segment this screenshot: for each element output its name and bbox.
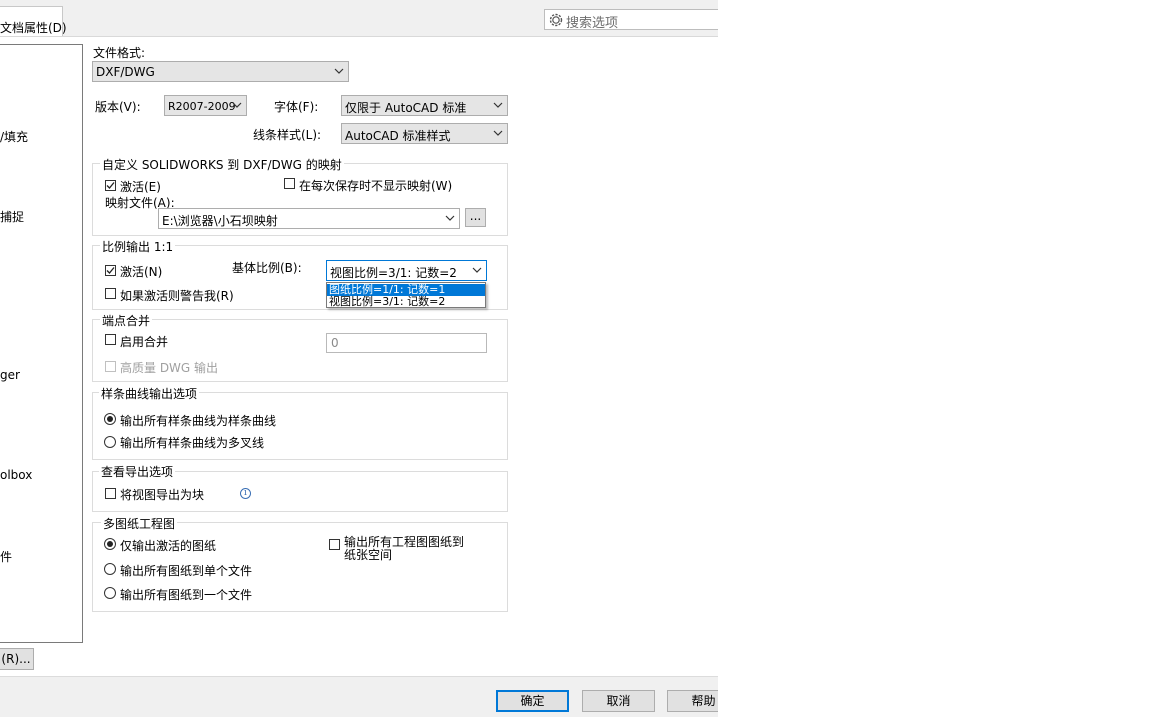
help-button[interactable]: 帮助 [667, 690, 718, 712]
dialog-top-bar: 文档属性(D) 搜索选项 [0, 0, 718, 38]
tree-item[interactable]: /填充 [0, 128, 28, 145]
reset-button[interactable]: (R)... [0, 648, 34, 670]
scale-activate-checkbox[interactable] [105, 265, 116, 276]
chevron-down-icon [232, 102, 242, 108]
file-format-value: DXF/DWG [96, 65, 155, 79]
base-scale-select[interactable]: 视图比例=3/1: 记数=2 [326, 260, 487, 281]
enable-merge-label: 启用合并 [120, 335, 169, 349]
spline-as-spline-radio[interactable] [104, 413, 116, 425]
search-placeholder: 搜索选项 [566, 16, 619, 31]
export-one-file-radio[interactable] [104, 587, 116, 599]
mapping-group-title: 自定义 SOLIDWORKS 到 DXF/DWG 的映射 [100, 156, 344, 173]
warn-me-checkbox[interactable] [105, 288, 116, 299]
tree-item[interactable]: 捕捉 [0, 208, 24, 225]
paper-space-checkbox[interactable] [329, 539, 340, 550]
chevron-down-icon [445, 215, 455, 221]
tab-document-properties[interactable]: 文档属性(D) [0, 6, 67, 38]
scale-group-title: 比例输出 1:1 [100, 238, 176, 255]
warn-me-label: 如果激活则警告我(R) [120, 289, 234, 303]
check-icon [106, 182, 115, 189]
file-format-label: 文件格式: [93, 46, 146, 60]
export-active-sheet-radio[interactable] [104, 538, 116, 550]
chevron-down-icon [334, 68, 344, 74]
export-as-block-label: 将视图导出为块 [120, 488, 205, 502]
multi-sheet-option-label: 输出所有图纸到单个文件 [120, 564, 253, 578]
no-show-mapping-checkbox[interactable] [284, 178, 295, 189]
base-scale-dropdown-list[interactable]: 图纸比例=1/1: 记数=1 视图比例=3/1: 记数=2 [326, 282, 486, 308]
tree-item[interactable]: 件 [0, 548, 12, 565]
browse-button[interactable]: ... [465, 208, 486, 227]
ok-button[interactable]: 确定 [496, 690, 569, 712]
multi-sheet-option-label: 输出所有图纸到一个文件 [120, 588, 253, 602]
version-value: R2007-2009 [168, 100, 236, 113]
font-label: 字体(F): [274, 100, 319, 114]
options-dialog: 文档属性(D) 搜索选项 /填充 捕捉 ger olbox 件 (R)... 文… [0, 0, 718, 717]
spline-option-label: 输出所有样条曲线为多叉线 [120, 436, 265, 450]
mapping-activate-label: 激活(E) [120, 180, 161, 194]
export-as-block-checkbox[interactable] [105, 488, 116, 499]
line-style-select[interactable]: AutoCAD 标准样式 [341, 123, 508, 144]
base-scale-value: 视图比例=3/1: 记数=2 [330, 266, 457, 280]
line-style-label: 线条样式(L): [253, 128, 322, 142]
base-scale-label: 基体比例(B): [232, 261, 302, 275]
chevron-down-icon [493, 130, 503, 136]
options-tree[interactable]: /填充 捕捉 ger olbox 件 [0, 44, 83, 643]
tree-item[interactable]: ger [0, 368, 20, 382]
gear-icon [549, 13, 563, 27]
version-select[interactable]: R2007-2009 [164, 95, 247, 116]
version-label: 版本(V): [95, 100, 141, 114]
tree-item[interactable]: olbox [0, 468, 32, 482]
spline-as-polyline-radio[interactable] [104, 436, 116, 448]
mapping-file-value: E:\浏览器\小石坝映射 [162, 214, 278, 228]
info-icon[interactable]: i [240, 488, 251, 499]
font-value: 仅限于 AutoCAD 标准 [345, 101, 467, 115]
view-export-group-title: 查看导出选项 [99, 463, 176, 480]
tab-label: 文档属性(D) [0, 21, 67, 35]
export-single-file-radio[interactable] [104, 563, 116, 575]
spline-group-title: 样条曲线输出选项 [99, 385, 200, 402]
dropdown-option[interactable]: 视图比例=3/1: 记数=2 [327, 296, 485, 308]
endpoint-group-title: 端点合并 [100, 312, 153, 329]
enable-merge-checkbox[interactable] [105, 334, 116, 345]
hq-dwg-label: 高质量 DWG 输出 [120, 361, 219, 375]
cancel-button[interactable]: 取消 [582, 690, 655, 712]
merge-tolerance-value: 0 [331, 336, 339, 350]
chevron-down-icon [472, 267, 482, 273]
check-icon [106, 267, 115, 274]
search-options-input[interactable]: 搜索选项 [544, 9, 718, 31]
spline-option-label: 输出所有样条曲线为样条曲线 [120, 414, 277, 428]
merge-tolerance-input[interactable]: 0 [326, 333, 487, 353]
multi-sheet-option-label: 仅输出激活的图纸 [120, 539, 217, 553]
mapping-file-select[interactable]: E:\浏览器\小石坝映射 [158, 208, 460, 229]
file-format-select[interactable]: DXF/DWG [92, 61, 349, 82]
scale-activate-label: 激活(N) [120, 265, 163, 279]
hq-dwg-checkbox[interactable] [105, 361, 116, 372]
font-select[interactable]: 仅限于 AutoCAD 标准 [341, 95, 508, 116]
no-show-mapping-label: 在每次保存时不显示映射(W) [299, 179, 453, 193]
mapping-activate-checkbox[interactable] [105, 180, 116, 191]
line-style-value: AutoCAD 标准样式 [345, 129, 451, 143]
dialog-footer: 确定 取消 帮助 [0, 676, 718, 717]
multi-sheet-group-title: 多图纸工程图 [101, 515, 178, 532]
paper-space-label: 输出所有工程图图纸到 纸张空间 [344, 535, 465, 562]
chevron-down-icon [493, 102, 503, 108]
